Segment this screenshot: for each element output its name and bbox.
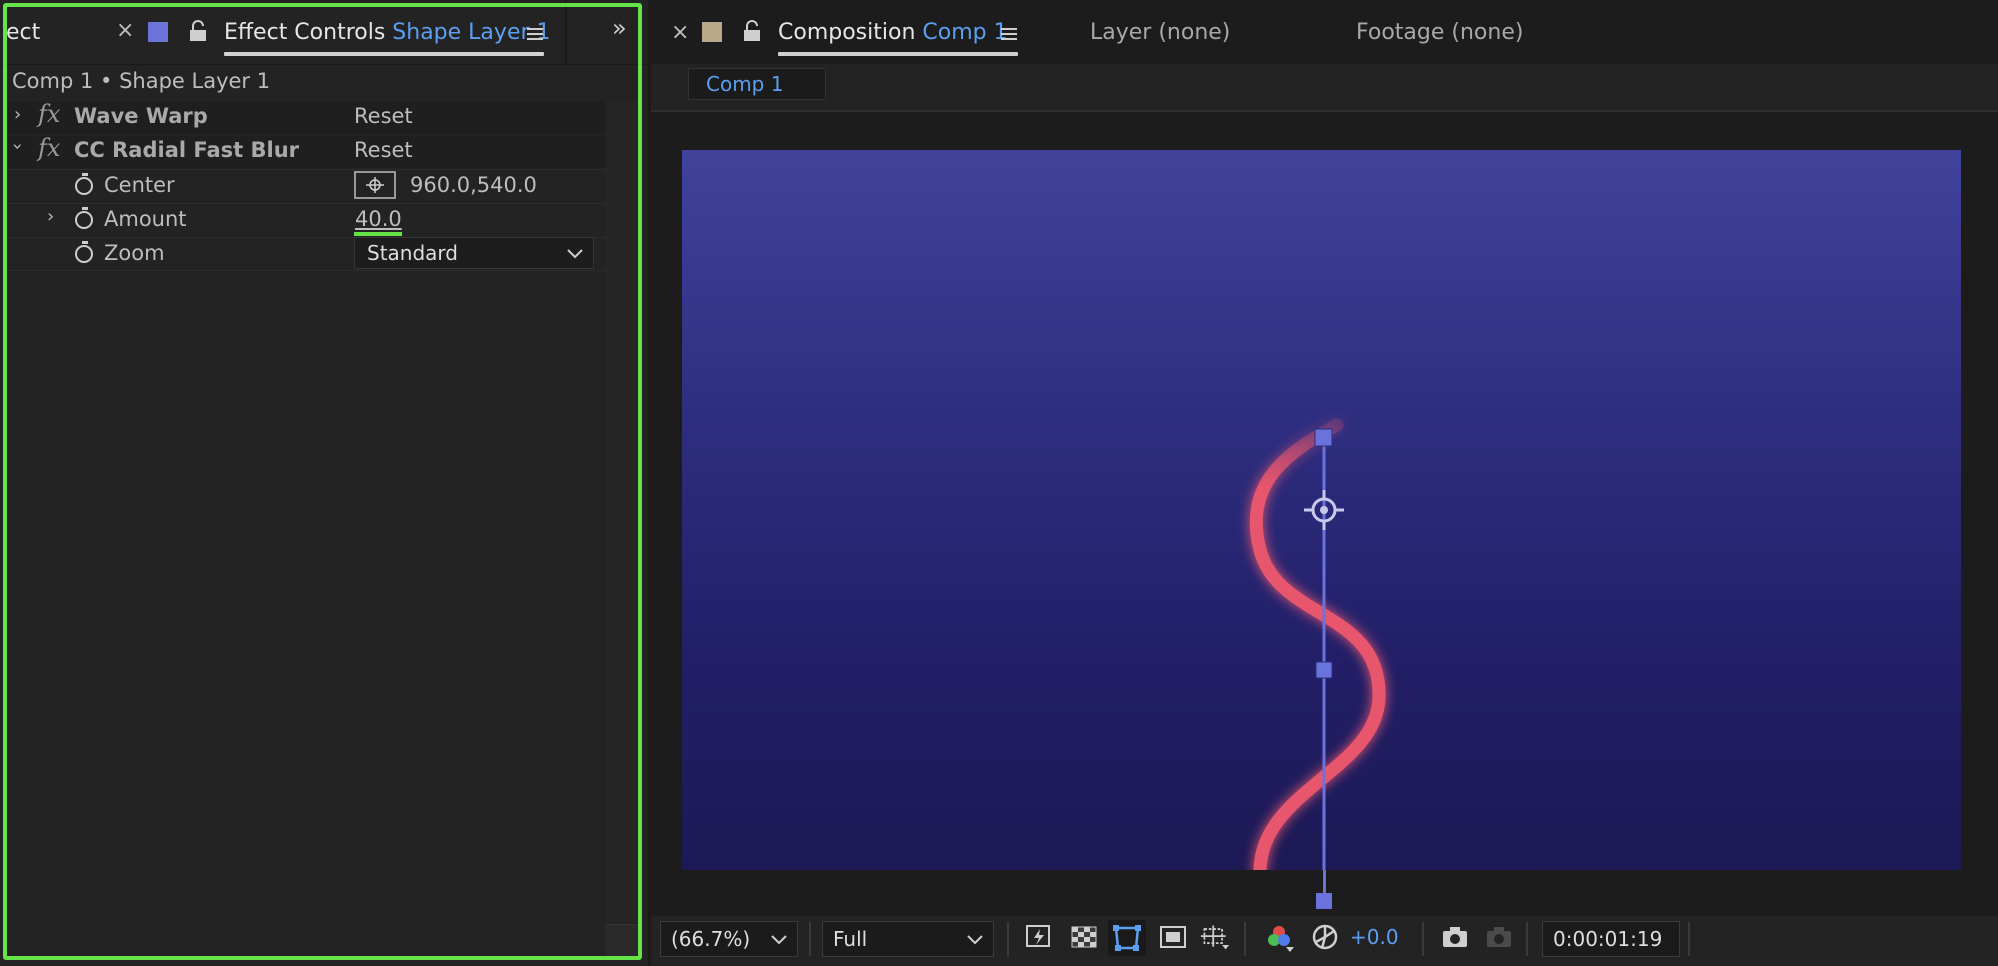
label-color-swatch[interactable] xyxy=(148,22,168,42)
divider xyxy=(8,270,606,271)
stopwatch-icon[interactable] xyxy=(75,241,93,263)
vertical-scrollbar[interactable] xyxy=(606,102,640,922)
zoom-dropdown-value: Standard xyxy=(367,241,458,265)
zoom-dropdown[interactable]: Standard xyxy=(354,237,594,269)
reset-button-cc-radial-fast-blur[interactable]: Reset xyxy=(354,138,413,162)
channel-rgb-icon[interactable] xyxy=(1264,922,1294,952)
property-label-zoom: Zoom xyxy=(104,241,165,265)
effect-center-crosshair-icon[interactable] xyxy=(1304,490,1344,530)
divider xyxy=(1007,922,1009,956)
divider xyxy=(0,64,648,65)
property-label-center: Center xyxy=(104,173,175,197)
composition-tab-comp: Comp 1 xyxy=(922,20,1008,45)
composition-tab[interactable]: Composition Comp 1 xyxy=(778,20,1008,45)
fx-icon[interactable]: fx xyxy=(38,100,60,128)
divider xyxy=(1244,922,1246,956)
divider xyxy=(1688,922,1690,956)
crosshair-icon xyxy=(366,177,384,193)
path-vertex-handle[interactable] xyxy=(1316,893,1332,909)
collapse-chevron-icon[interactable]: › xyxy=(7,143,28,150)
comp-navigator-label: Comp 1 xyxy=(706,72,784,96)
exposure-value-text: +0.0 xyxy=(1350,925,1399,949)
transparency-grid-icon[interactable] xyxy=(1069,922,1099,952)
divider xyxy=(1526,922,1528,956)
footage-tab[interactable]: Footage (none) xyxy=(1356,20,1523,45)
previous-tab[interactable]: ect xyxy=(6,20,40,45)
close-tab-icon[interactable]: × xyxy=(671,20,689,45)
effect-name-cc-radial-fast-blur: CC Radial Fast Blur xyxy=(74,138,300,162)
property-label-amount: Amount xyxy=(104,207,187,231)
divider xyxy=(8,169,606,170)
reset-exposure-icon[interactable] xyxy=(1310,922,1340,952)
divider xyxy=(1422,922,1424,956)
current-time-display[interactable]: 0:00:01:19 xyxy=(1542,921,1680,957)
effect-name-wave-warp: Wave Warp xyxy=(74,104,208,128)
mask-path-visibility-button[interactable] xyxy=(1108,920,1146,956)
stopwatch-icon[interactable] xyxy=(75,207,93,229)
mask-visibility-icon xyxy=(1113,925,1141,951)
label-color-swatch[interactable] xyxy=(702,22,722,42)
close-tab-icon[interactable]: × xyxy=(116,18,134,43)
amount-value[interactable]: 40.0 xyxy=(355,207,402,231)
active-tab-underline xyxy=(224,52,544,56)
grid-guides-icon[interactable] xyxy=(1200,922,1230,952)
path-vertex-handle[interactable] xyxy=(1314,428,1333,447)
effect-controls-panel: ect × Effect Controls Shape Layer 1 » Co… xyxy=(0,0,648,966)
expand-chevron-icon[interactable]: › xyxy=(14,104,21,125)
fast-previews-icon[interactable] xyxy=(1024,922,1054,952)
region-of-interest-icon[interactable] xyxy=(1158,922,1188,952)
reset-button-wave-warp[interactable]: Reset xyxy=(354,104,413,128)
composition-tab-title: Composition xyxy=(778,20,916,45)
panel-menu-icon[interactable] xyxy=(1001,25,1017,43)
exposure-value[interactable]: +0.0 xyxy=(1350,925,1399,949)
tab-divider xyxy=(565,0,567,65)
breadcrumb: Comp 1 • Shape Layer 1 xyxy=(12,69,271,93)
chevron-down-icon xyxy=(771,935,787,945)
snapshot-camera-icon[interactable] xyxy=(1440,922,1470,952)
panel-resize-corner[interactable] xyxy=(606,924,640,959)
divider xyxy=(809,922,811,956)
resolution-value: Full xyxy=(833,927,868,951)
lock-icon[interactable] xyxy=(743,20,761,42)
comp-navigator-button[interactable]: Comp 1 xyxy=(688,68,826,100)
divider xyxy=(8,203,606,204)
amount-highlight-underline xyxy=(354,232,402,236)
resolution-dropdown[interactable]: Full xyxy=(822,921,994,957)
magnification-dropdown[interactable]: (66.7%) xyxy=(660,921,798,957)
magnification-value: (66.7%) xyxy=(671,927,751,951)
chevron-down-icon xyxy=(967,935,983,945)
comp-navigator-bar xyxy=(651,64,1998,110)
expand-chevron-icon[interactable]: › xyxy=(47,206,54,227)
divider xyxy=(651,110,1998,112)
active-tab-underline xyxy=(778,52,1018,56)
timecode-value: 0:00:01:19 xyxy=(1553,927,1663,951)
fx-icon[interactable]: fx xyxy=(38,134,60,162)
point-control-button[interactable] xyxy=(354,171,396,199)
overflow-tabs-icon[interactable]: » xyxy=(612,14,627,42)
wave-stroke xyxy=(1249,418,1386,870)
effect-controls-tab[interactable]: Effect Controls Shape Layer 1 xyxy=(224,20,551,45)
panel-menu-icon[interactable] xyxy=(527,25,543,43)
layer-tab[interactable]: Layer (none) xyxy=(1090,20,1230,45)
center-value[interactable]: 960.0,540.0 xyxy=(410,173,537,197)
composition-viewer[interactable] xyxy=(682,150,1961,870)
shape-layer-artwork xyxy=(1249,418,1386,870)
lock-icon[interactable] xyxy=(189,20,207,42)
chevron-down-icon xyxy=(567,249,583,259)
effect-controls-tab-title: Effect Controls xyxy=(224,20,386,45)
path-vertex-handle[interactable] xyxy=(1315,661,1333,679)
stopwatch-icon[interactable] xyxy=(75,173,93,195)
show-snapshot-icon[interactable] xyxy=(1484,922,1514,952)
